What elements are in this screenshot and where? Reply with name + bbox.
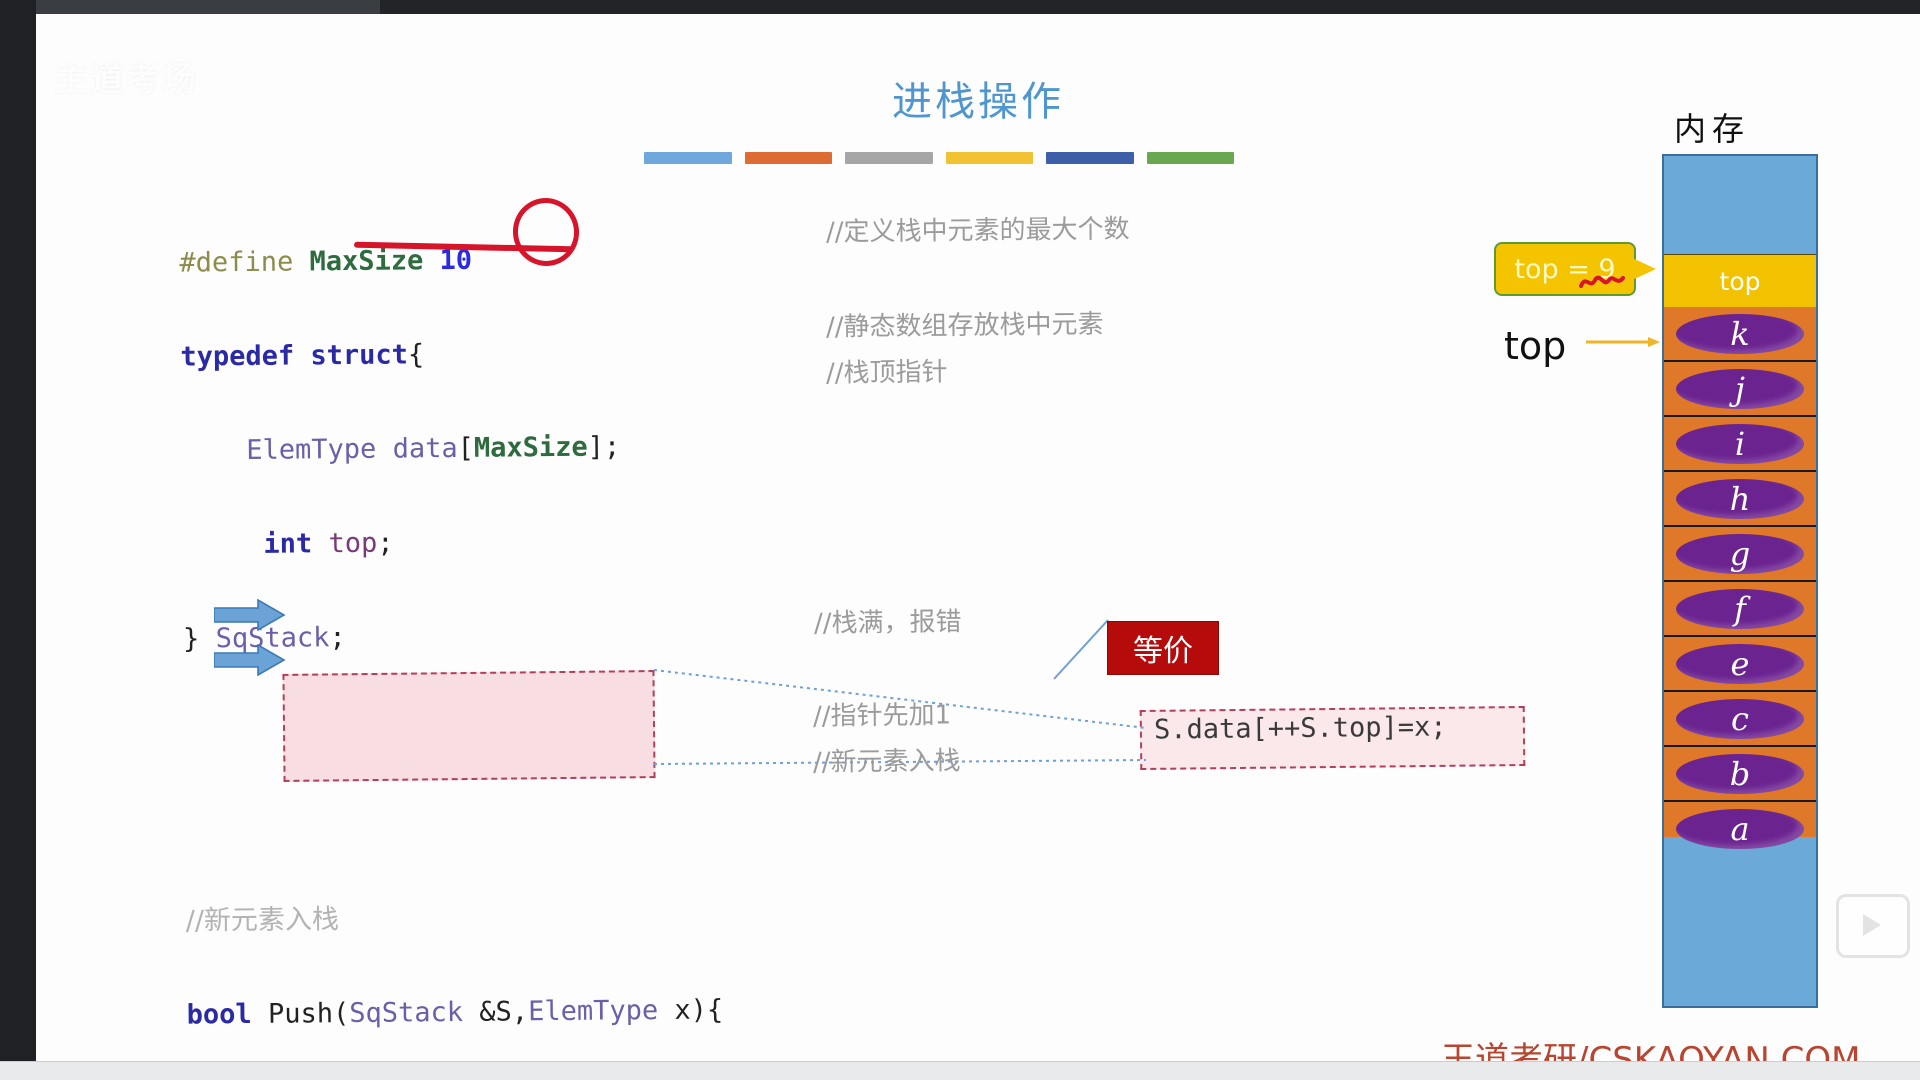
token-comment-push: //新元素入栈 xyxy=(185,904,340,937)
token-brace-open-2: { xyxy=(706,994,724,1026)
accent-bar-5 xyxy=(1046,152,1134,164)
code-line-data: ElemType data[MaxSize]; xyxy=(181,422,718,474)
token-struct: struct xyxy=(310,339,409,372)
token-paren-l-1: ( xyxy=(332,998,350,1030)
token-semi-2: ; xyxy=(377,527,394,559)
code-block: #define MaxSize 10 typedef struct{ ElemT… xyxy=(179,187,730,1080)
memory-stack-zone: k j i h g f e c b a xyxy=(1664,307,1816,849)
memory-heading: 内存 xyxy=(1674,110,1751,148)
red-squiggle-icon xyxy=(1579,275,1625,288)
token-push: Push xyxy=(267,998,334,1030)
token-define: #define xyxy=(179,246,294,279)
memory-column: top k j i h g f e c b a xyxy=(1662,154,1818,1008)
accent-bar-1 xyxy=(644,152,732,164)
token-top: top xyxy=(328,527,378,560)
comment-static-array: //静态数组存放栈中元素 xyxy=(825,309,1104,343)
blue-arrow-if xyxy=(214,599,286,631)
top-pointer-arrow-icon xyxy=(1586,337,1660,347)
accent-bar-2 xyxy=(744,152,832,164)
token-semi-1: ; xyxy=(603,431,621,463)
slide-screenshot: 主道考场 bilibili 进栈操作 #define MaxSize 10 ty… xyxy=(0,0,1920,1080)
bottom-bar xyxy=(0,1061,1920,1080)
token-elemtype-2: ElemType xyxy=(527,995,659,1028)
token-brace-close: } xyxy=(182,623,200,655)
code-line-int-top: int top; xyxy=(182,516,719,568)
memory-cell: e xyxy=(1664,637,1816,692)
memory-cell: a xyxy=(1664,802,1816,855)
token-int: int xyxy=(263,528,313,560)
play-button-watermark-icon xyxy=(1836,894,1910,958)
memory-cell-value: j xyxy=(1676,368,1804,409)
blue-arrow-return xyxy=(214,644,286,676)
memory-cell: i xyxy=(1664,417,1816,472)
comment-stack-full: //栈满，报错 xyxy=(813,607,962,639)
token-bracket-l: [ xyxy=(457,432,475,464)
page-title: 进栈操作 xyxy=(892,79,1064,125)
memory-cell-value: a xyxy=(1676,808,1804,849)
token-sqstack-2: SqStack xyxy=(349,996,464,1030)
accent-bar-row xyxy=(644,152,1234,164)
memory-cell-value: i xyxy=(1676,423,1804,464)
code-line-comment-push: //新元素入栈 xyxy=(186,892,723,944)
memory-cell-value: f xyxy=(1676,588,1804,629)
memory-cell-value: c xyxy=(1676,698,1804,739)
top-bar-segment xyxy=(0,0,380,14)
left-edge-bar xyxy=(0,0,36,1080)
memory-top-cell: top xyxy=(1664,254,1816,309)
memory-cell: f xyxy=(1664,582,1816,637)
token-x: x xyxy=(674,994,691,1026)
memory-cell: h xyxy=(1664,472,1816,527)
memory-cell: g xyxy=(1664,527,1816,582)
equivalent-code: S.data[++S.top]=x; xyxy=(1154,711,1447,745)
memory-cell-value: h xyxy=(1676,478,1804,519)
token-brace-open: { xyxy=(407,339,425,371)
token-paren-r-1: ) xyxy=(690,994,708,1026)
equivalent-code-text: S.data[++S.top]=x; xyxy=(1153,711,1447,746)
comment-max-count: //定义栈中元素的最大个数 xyxy=(825,214,1130,248)
memory-cell: j xyxy=(1664,362,1816,417)
equivalent-label: 等价 xyxy=(1108,622,1218,674)
token-data: data xyxy=(392,432,458,465)
token-typedef: typedef xyxy=(180,340,295,373)
memory-cell: b xyxy=(1664,747,1816,802)
memory-cell: c xyxy=(1664,692,1816,747)
token-maxsize-2: MaxSize xyxy=(473,431,588,464)
token-amp-s: &S, xyxy=(479,996,529,1028)
slide-canvas: 主道考场 bilibili 进栈操作 #define MaxSize 10 ty… xyxy=(36,14,1920,1080)
token-semi-3: ; xyxy=(329,622,346,654)
highlight-box-left xyxy=(282,670,656,782)
comment-new-push: //新元素入栈 xyxy=(812,746,961,778)
memory-cell-value: e xyxy=(1676,643,1804,684)
top-pointer-label: top xyxy=(1504,324,1567,368)
top-bar xyxy=(0,0,1920,14)
comment-top-pointer: //栈顶指针 xyxy=(825,357,948,389)
code-line-push-sig: bool Push(SqStack &S,ElemType x){ xyxy=(186,986,724,1038)
accent-bar-6 xyxy=(1146,152,1234,164)
memory-cell: k xyxy=(1664,307,1816,362)
memory-cell-value: k xyxy=(1676,313,1804,354)
code-line-typedef: typedef struct{ xyxy=(180,328,717,380)
token-bool: bool xyxy=(186,998,252,1031)
code-line-define: #define MaxSize 10 xyxy=(179,234,716,286)
token-elemtype: ElemType xyxy=(246,433,377,466)
accent-bar-4 xyxy=(945,152,1033,164)
memory-cell-value: b xyxy=(1676,753,1804,794)
accent-bar-3 xyxy=(845,152,933,164)
code-line-blank-2 xyxy=(185,798,722,850)
memory-cell-value: g xyxy=(1676,533,1804,574)
callout-tail xyxy=(1630,257,1656,281)
comment-pointer-inc: //指针先加1 xyxy=(812,700,952,732)
token-bracket-r: ] xyxy=(587,431,605,463)
token-maxsize: MaxSize xyxy=(309,245,424,278)
